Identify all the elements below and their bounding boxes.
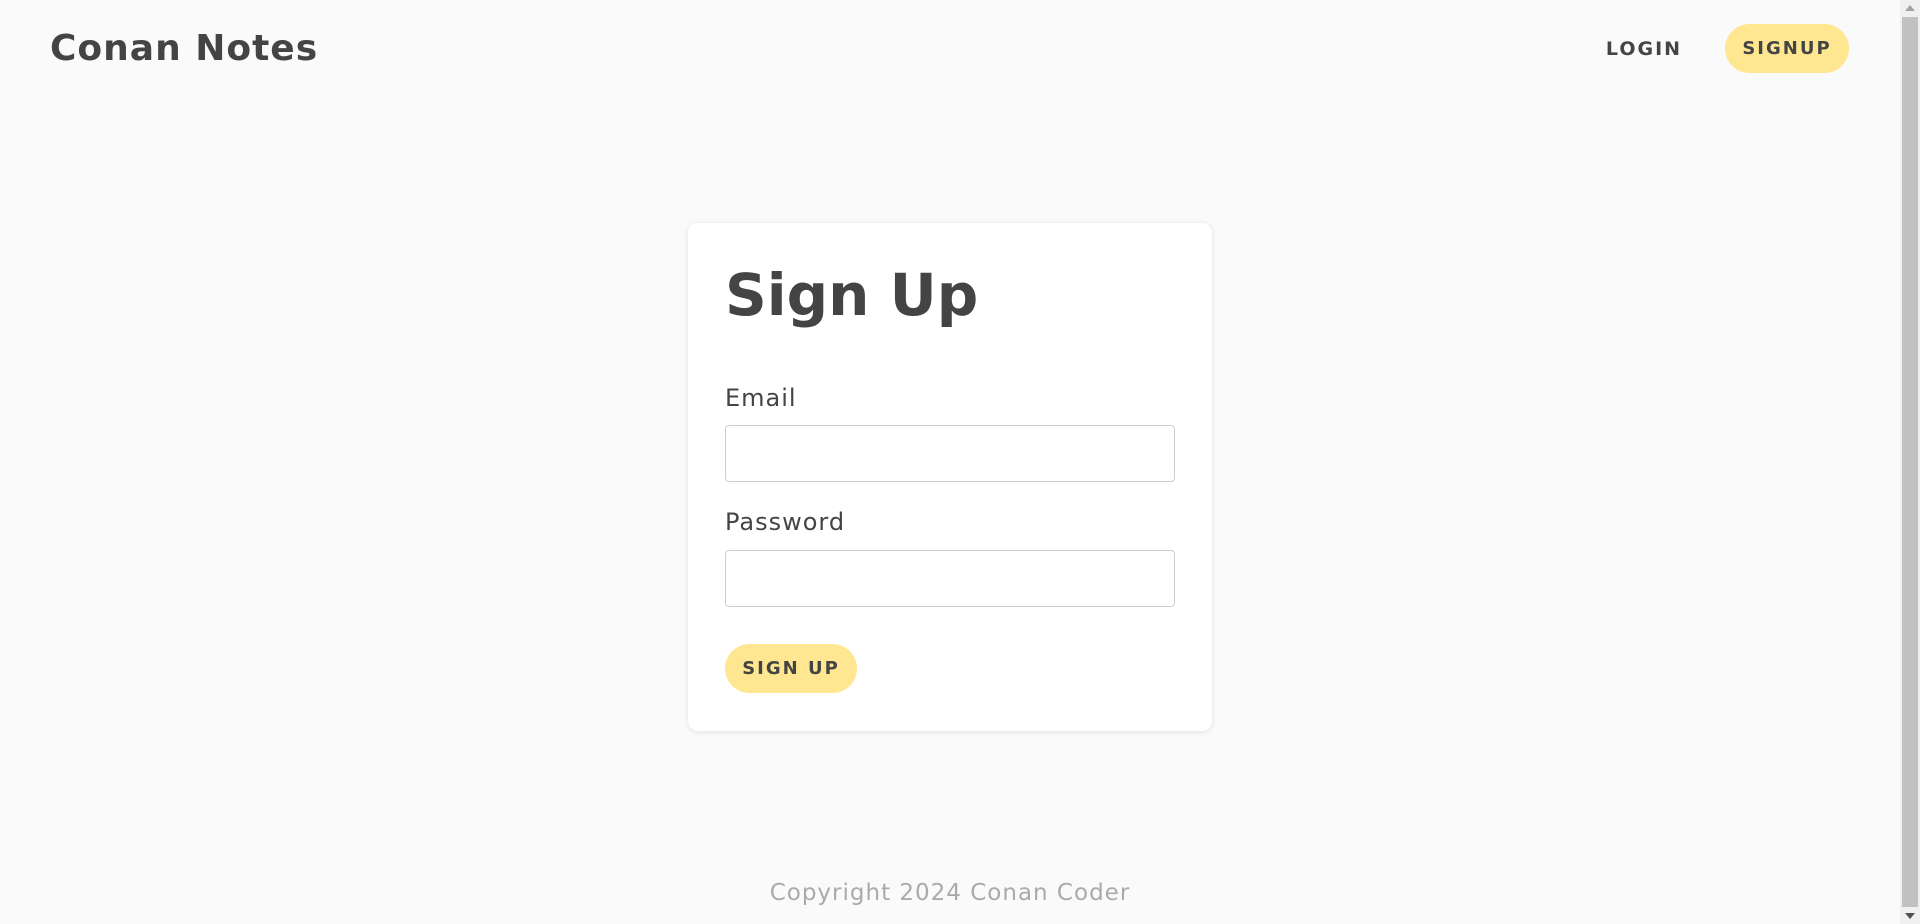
password-label: Password bbox=[725, 508, 846, 536]
scroll-down-arrow-icon[interactable] bbox=[1905, 913, 1915, 919]
vertical-scrollbar[interactable] bbox=[1900, 0, 1920, 924]
scrollbar-thumb[interactable] bbox=[1902, 17, 1918, 907]
footer-copyright: Copyright 2024 Conan Coder bbox=[769, 880, 1131, 906]
brand-logo[interactable]: Conan Notes bbox=[50, 28, 318, 69]
top-nav-bar: Conan Notes LOGIN SIGNUP bbox=[0, 0, 1900, 100]
email-input[interactable] bbox=[725, 425, 1175, 482]
signup-card: Sign Up Email Password SIGN UP bbox=[688, 223, 1212, 731]
email-label: Email bbox=[725, 384, 797, 412]
signup-nav-button[interactable]: SIGNUP bbox=[1725, 24, 1849, 73]
page: Conan Notes LOGIN SIGNUP Sign Up Email P… bbox=[0, 0, 1920, 924]
sign-up-submit-button[interactable]: SIGN UP bbox=[725, 644, 857, 693]
page-title: Sign Up bbox=[725, 261, 979, 329]
password-input[interactable] bbox=[725, 550, 1175, 607]
login-nav-button[interactable]: LOGIN bbox=[1580, 24, 1708, 74]
scroll-up-arrow-icon[interactable] bbox=[1905, 5, 1915, 11]
